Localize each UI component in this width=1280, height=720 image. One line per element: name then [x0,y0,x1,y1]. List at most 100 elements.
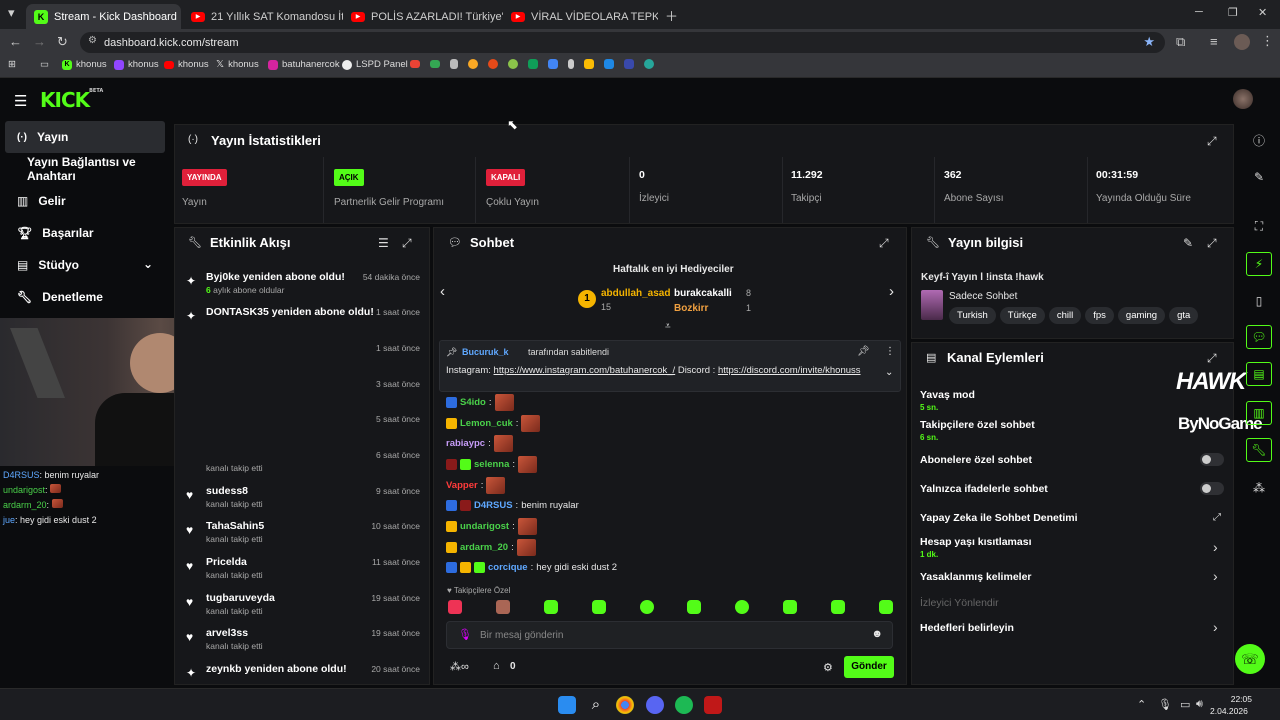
instagram-link[interactable]: https://www.instagram.com/batuhanercok_/ [494,365,676,376]
tag[interactable]: Turkish [949,307,996,324]
expand-icon[interactable]: ⤢ [1207,351,1217,366]
stats-icon[interactable]: ▤ [1246,362,1272,386]
menu-icon[interactable]: ⋮ [1261,33,1274,49]
emote[interactable] [495,600,510,614]
chevron-right-icon[interactable]: › [1213,568,1218,584]
clock-time[interactable]: 22:05 [1218,694,1252,704]
extensions-icon[interactable]: ⧉ [1176,34,1185,50]
action-ai-moderation[interactable]: Yapay Zeka ile Sohbet Denetimi [920,512,1078,524]
expand-icon[interactable]: ⤢ [1207,236,1217,251]
window-close-icon[interactable]: ✕ [1258,6,1267,19]
back-icon[interactable]: ← [9,34,22,49]
discord-link[interactable]: https://discord.com/invite/khonuss [718,365,861,376]
expand-icon[interactable]: ⤢ [1207,134,1217,149]
profile-avatar[interactable] [1234,34,1250,50]
category-name[interactable]: Sadece Sohbet [949,291,1017,302]
community-icon[interactable]: ⁂∞ [450,660,469,673]
volume-icon[interactable]: 🔊︎ [1196,698,1203,711]
filter-icon[interactable]: ☰ [378,236,389,250]
edit-icon[interactable]: ✎ [1246,165,1272,189]
bookmark-khonus-2[interactable]: khonus [114,59,159,70]
actions-icon[interactable]: ▥ [1246,401,1272,425]
gifter-name[interactable]: burakcakalli [674,288,732,299]
url-input[interactable]: ⚙ dashboard.kick.com/stream ★ [80,32,1165,53]
sidebar-item-studio[interactable]: ▤ Stüdyo ⌄ [5,249,165,281]
tab-search-icon[interactable]: ▾ [8,5,15,21]
kick-logo[interactable]: KICKBETA [40,88,103,112]
unpin-icon[interactable]: 📌︎ [857,346,870,357]
media-icon[interactable]: ≡ [1210,34,1218,49]
microphone-icon[interactable]: 🎙︎ [1158,698,1172,711]
subscribers-only-toggle[interactable] [1200,453,1224,466]
emote[interactable] [448,600,462,614]
expand-icon[interactable]: ⤢ [402,236,412,251]
tab-kick-dashboard[interactable]: K Stream - Kick Dashboard ✕ [26,4,181,29]
sidebar-item-moderation[interactable]: 🔧︎ Denetleme [5,281,165,313]
bookmark-icons-row[interactable] [410,59,654,69]
expand-icon[interactable]: ⤢ [879,236,889,251]
tag[interactable]: gaming [1117,307,1166,324]
sidebar-item-stream[interactable]: (·) Yayın [5,121,165,153]
bookmark-khonus-4[interactable]: 𝕏khonus [216,59,259,70]
document-icon[interactable]: ▯ [1246,289,1272,313]
bookmark-khonus-3[interactable]: khonus [164,59,209,70]
chevron-down-icon[interactable]: ⌄ [885,367,893,378]
minimize-icon[interactable]: ─ [1195,6,1203,18]
tag[interactable]: fps [1085,307,1114,324]
tag[interactable]: Türkçe [999,307,1045,324]
action-followers-only[interactable]: Takipçilere özel sohbet 6 sn. [920,419,1035,442]
action-slow-mode[interactable]: Yavaş mod 5 sn. [920,389,975,412]
tag[interactable]: chill [1048,307,1082,324]
reload-icon[interactable]: ↻ [57,34,68,50]
emote[interactable] [735,600,750,614]
microphone-icon[interactable]: 🎙︎ [458,628,472,641]
sidebar-item-stream-key[interactable]: Yayın Bağlantısı ve Anahtarı [5,153,175,185]
spotify-icon[interactable] [675,696,693,714]
user-avatar[interactable] [1233,89,1253,109]
screen-icon[interactable]: ⛶ [1246,214,1272,238]
tag[interactable]: gta [1169,307,1199,324]
bookmark-star-icon[interactable]: ★ [1143,34,1155,50]
chrome-icon[interactable] [616,696,634,714]
support-button[interactable]: ☏ [1235,644,1265,674]
bookmark-lspd-panel[interactable]: LSPD Panel [342,59,408,70]
action-account-age[interactable]: Hesap yaşı kısıtlaması 1 dk. [920,536,1032,559]
clock-date[interactable]: 2.04.2026 [1210,706,1248,716]
emote[interactable] [783,600,798,614]
emoji-icon[interactable]: ☻ [871,628,883,640]
lightning-icon[interactable]: ⚡︎ [1246,252,1272,276]
emotes-only-toggle[interactable] [1200,482,1224,495]
category-thumbnail[interactable] [921,290,943,320]
external-link-icon[interactable]: ⤢ [1213,512,1221,523]
emote[interactable] [687,600,702,614]
community-icon[interactable]: ⁂ [1246,476,1272,500]
emote[interactable] [591,600,606,614]
search-icon[interactable]: ⌕ [587,696,605,714]
bookmark-batuhanercok[interactable]: batuhanercok [268,59,340,70]
action-banned-words[interactable]: Yasaklanmış kelimeler [920,571,1032,583]
gifter-name[interactable]: Bozkirr [674,303,708,314]
bookmark-khonus-1[interactable]: Kkhonus [62,59,107,70]
site-info-icon[interactable]: ⚙ [88,35,97,46]
sidebar-item-achievements[interactable]: 🏆︎ Başarılar [5,217,165,249]
chevron-right-icon[interactable]: › [889,283,894,300]
send-button[interactable]: Gönder [844,656,894,678]
settings-icon[interactable]: ⚙ [823,661,833,674]
emote[interactable] [543,600,558,614]
restore-icon[interactable]: ❐ [1228,6,1238,19]
chat-input[interactable]: 🎙︎ Bir mesaj gönderin ☻ [446,621,893,649]
discord-icon[interactable] [646,696,664,714]
apps-icon[interactable]: ⊞ [8,59,16,70]
windows-start-icon[interactable] [558,696,576,714]
chat-icon[interactable]: 💬︎ [1246,325,1272,349]
app-icon[interactable] [704,696,722,714]
tab-youtube-2[interactable]: ▶ POLİS AZARLADI! Türkiye'de Ya ✕ [343,4,503,29]
network-icon[interactable]: ▭ [1180,698,1190,711]
folder-icon[interactable]: ▭ [40,59,49,70]
wrench-icon[interactable]: 🔧︎ [1246,438,1272,462]
tab-youtube-3[interactable]: ▶ VİRAL VİDEOLARA TEPKİ - You ✕ [503,4,658,29]
edit-icon[interactable]: ✎ [1183,236,1193,250]
emote[interactable] [831,600,845,614]
hamburger-menu-icon[interactable]: ☰ [14,92,27,110]
more-icon[interactable]: ⋮ [885,346,895,357]
